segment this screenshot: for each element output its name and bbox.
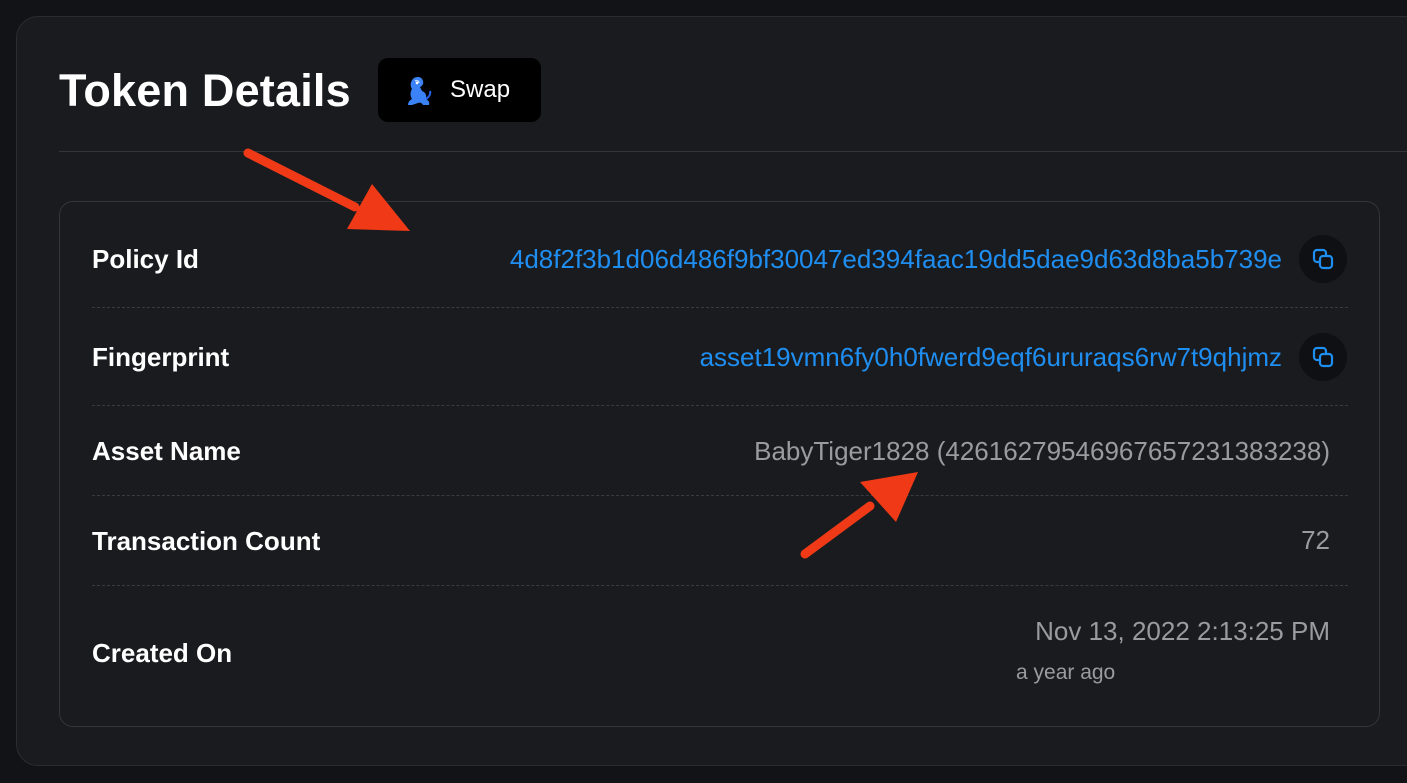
copy-policy-id-button[interactable] [1299, 235, 1347, 283]
row-divider [92, 495, 1348, 496]
row-divider [92, 405, 1348, 406]
header-divider [59, 151, 1407, 152]
asset-name-value: BabyTiger1828 (4261627954696765723138323… [754, 436, 1330, 466]
asset-name-label: Asset Name [92, 436, 241, 466]
copy-fingerprint-button[interactable] [1299, 333, 1347, 381]
swap-button-label: Swap [450, 76, 511, 103]
token-details-card: Token Details Swap Policy Id 4d8f2f3b1d0… [16, 16, 1407, 766]
fingerprint-link[interactable]: asset19vmn6fy0h0fwerd9eqf6ururaqs6rw7t9q… [700, 341, 1282, 373]
swap-button[interactable]: Swap [378, 58, 541, 122]
policy-id-label: Policy Id [92, 244, 199, 274]
row-divider [92, 585, 1348, 586]
policy-id-link[interactable]: 4d8f2f3b1d06d486f9bf30047ed394faac19dd5d… [510, 243, 1282, 275]
copy-icon [1312, 346, 1334, 368]
created-on-label: Created On [92, 638, 233, 668]
details-table: Policy Id 4d8f2f3b1d06d486f9bf30047ed394… [59, 201, 1380, 727]
transaction-count-label: Transaction Count [92, 526, 321, 556]
page-title: Token Details [59, 65, 351, 116]
created-on-value: Nov 13, 2022 2:13:25 PM [1035, 616, 1330, 646]
transaction-count-value: 72 [1301, 525, 1330, 555]
created-on-relative: a year ago [1016, 661, 1116, 684]
fingerprint-label: Fingerprint [92, 342, 230, 372]
row-divider [92, 307, 1348, 308]
copy-icon [1312, 248, 1334, 270]
dexhunter-dino-icon [408, 77, 432, 105]
